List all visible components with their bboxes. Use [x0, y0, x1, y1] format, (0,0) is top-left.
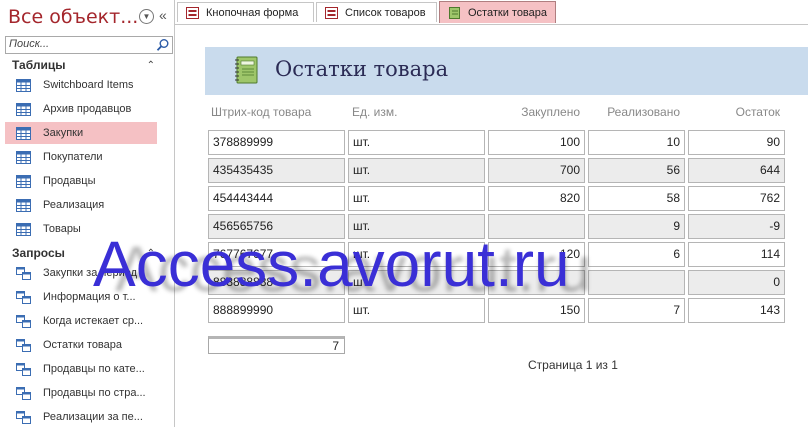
query-icon [16, 266, 31, 280]
nav-title[interactable]: Все объект... [8, 6, 138, 28]
search-input[interactable] [6, 37, 149, 51]
watermark-text: Access.avorut.ru [93, 228, 570, 300]
nav-item[interactable]: Реализация [5, 194, 157, 216]
table-cell: 378889999 [208, 130, 345, 155]
nav-item[interactable]: Реализации за пе... [5, 406, 157, 427]
nav-item[interactable]: Switchboard Items [5, 74, 157, 96]
table-cell: 0 [688, 270, 785, 295]
table-cell: шт. [348, 158, 485, 183]
table-cell: 435435435 [208, 158, 345, 183]
query-icon [16, 362, 31, 376]
table-cell: 56 [588, 158, 685, 183]
nav-group-title: Таблицы [12, 58, 66, 72]
table-cell: 700 [488, 158, 585, 183]
table-cell: 114 [688, 242, 785, 267]
chevron-down-icon[interactable]: ▼ [139, 9, 154, 24]
column-header: Штрих-код товара [211, 105, 312, 119]
query-icon [16, 290, 31, 304]
collapse-pane-icon[interactable]: « [159, 7, 167, 23]
search-icon[interactable] [156, 38, 170, 52]
nav-item-label: Архив продавцов [43, 103, 132, 115]
notebook-icon [235, 56, 258, 84]
nav-item[interactable]: Закупки [5, 122, 157, 144]
table-icon [16, 174, 31, 188]
nav-header[interactable]: Все объект... ▼ « [0, 0, 174, 34]
table-icon [16, 198, 31, 212]
nav-item-label: Реализация [43, 199, 105, 211]
table-cell: 6 [588, 242, 685, 267]
document-tab[interactable]: Остатки товара [439, 1, 556, 23]
nav-item-label: Продавцы [43, 175, 96, 187]
form-icon [186, 6, 199, 19]
report-title: Остатки товара [275, 57, 449, 81]
query-icon [16, 314, 31, 328]
table-cell: 820 [488, 186, 585, 211]
table-icon [16, 102, 31, 116]
form-icon [325, 6, 338, 19]
document-tab[interactable]: Список товаров [316, 2, 437, 22]
table-cell: шт. [348, 130, 485, 155]
tab-label: Остатки товара [468, 6, 548, 19]
table-cell: 58 [588, 186, 685, 211]
page-indicator: Страница 1 из 1 [528, 358, 618, 372]
navigation-pane: Все объект... ▼ « Таблицы ⌃ Switchboard It… [0, 0, 175, 427]
table-icon [16, 126, 31, 140]
table-cell: 143 [688, 298, 785, 323]
table-icon [16, 150, 31, 164]
table-cell: 9 [588, 214, 685, 239]
record-count: 7 [208, 336, 345, 354]
column-header: Остаток [735, 105, 780, 119]
column-header: Закуплено [521, 105, 580, 119]
nav-item-label: Когда истекает ср... [43, 315, 144, 327]
report-view: Остатки товара Штрих-код товара Ед. изм. З… [183, 25, 808, 427]
table-cell: 454443444 [208, 186, 345, 211]
nav-item-label: Реализации за пе... [43, 411, 143, 423]
tab-label: Список товаров [345, 6, 426, 19]
nav-group-header[interactable]: Таблицы ⌃ [5, 56, 155, 74]
report-header-banner: Остатки товара [205, 47, 808, 95]
nav-item-label: Продавцы по кате... [43, 363, 145, 375]
query-icon [16, 410, 31, 424]
table-cell: 644 [688, 158, 785, 183]
nav-item-label: Покупатели [43, 151, 103, 163]
table-cell: 762 [688, 186, 785, 211]
nav-item[interactable]: Архив продавцов [5, 98, 157, 120]
table-cell: -9 [688, 214, 785, 239]
nav-item[interactable]: Остатки товара [5, 334, 157, 356]
table-cell: шт. [348, 186, 485, 211]
query-icon [16, 338, 31, 352]
tab-label: Кнопочная форма [206, 6, 299, 19]
table-cell: 10 [588, 130, 685, 155]
table-icon [16, 78, 31, 92]
report-icon [448, 6, 461, 19]
table-icon [16, 222, 31, 236]
nav-item[interactable]: Покупатели [5, 146, 157, 168]
nav-item[interactable]: Продавцы по кате... [5, 358, 157, 380]
nav-item-label: Закупки [43, 127, 84, 139]
table-cell: 90 [688, 130, 785, 155]
search-box[interactable] [5, 36, 173, 54]
nav-item-label: Switchboard Items [43, 79, 134, 91]
nav-item[interactable]: Когда истекает ср... [5, 310, 157, 332]
chevron-up-icon[interactable]: ⌃ [147, 60, 155, 71]
query-icon [16, 386, 31, 400]
column-header: Ед. изм. [352, 105, 398, 119]
nav-item-label: Продавцы по стра... [43, 387, 146, 399]
document-tabs: Кнопочная форма Список товаров Остатки тов… [175, 0, 808, 25]
document-tab[interactable]: Кнопочная форма [177, 2, 314, 22]
table-cell [588, 270, 685, 295]
nav-item-label: Товары [43, 223, 81, 235]
nav-group-title: Запросы [12, 246, 65, 260]
table-cell: 100 [488, 130, 585, 155]
table-cell: 7 [588, 298, 685, 323]
column-header: Реализовано [607, 105, 680, 119]
nav-item-label: Остатки товара [43, 339, 123, 351]
nav-item[interactable]: Продавцы по стра... [5, 382, 157, 404]
nav-item[interactable]: Продавцы [5, 170, 157, 192]
